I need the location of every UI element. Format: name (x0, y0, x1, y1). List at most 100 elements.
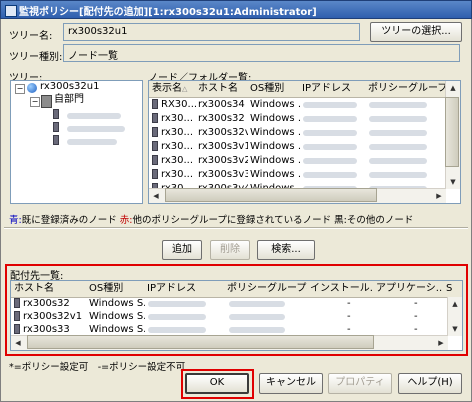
node-display: rx30... (161, 169, 194, 180)
remove-button[interactable]: 削除 (210, 240, 250, 260)
select-tree-button[interactable]: ツリーの選択... (370, 22, 462, 42)
server-icon (152, 127, 158, 137)
tree-name-label: ツリー名: (9, 31, 53, 42)
redacted-ip (303, 158, 357, 164)
scroll-down-icon[interactable]: ▼ (446, 175, 460, 189)
node-list-hscroll[interactable]: ◀ ▶ (149, 188, 446, 203)
node-list-panel[interactable]: 表示名△ ホスト名 OS種別 IPアドレス ポリシーグループ名 RX30... r… (148, 80, 461, 204)
node-row[interactable]: rx30...rx300s3v1Windows ... (149, 140, 446, 154)
col-ip-address[interactable]: IPアドレス (299, 81, 369, 98)
redacted-policy (369, 172, 427, 178)
scroll-left-icon[interactable]: ◀ (149, 189, 163, 203)
node-display: rx30... (161, 155, 194, 166)
col-target-app[interactable]: アプリケーシ... (373, 281, 447, 298)
server-icon (53, 135, 59, 145)
node-row[interactable]: RX30...rx300s34Windows ... (149, 98, 446, 112)
search-button[interactable]: 検索... (257, 240, 315, 260)
scroll-up-icon[interactable]: ▲ (446, 81, 460, 95)
scroll-thumb[interactable] (445, 97, 459, 167)
redacted-policy (369, 116, 427, 122)
add-button[interactable]: 追加 (162, 240, 202, 260)
node-list-vscroll[interactable]: ▲ ▼ (445, 81, 460, 189)
redacted-policy (229, 327, 285, 333)
col-target-install[interactable]: インストール... (307, 281, 377, 298)
target-host: rx300s32 (23, 298, 70, 309)
redacted-ip (303, 102, 357, 108)
redacted-policy (369, 144, 427, 150)
help-button[interactable]: ヘルプ(H) (398, 373, 462, 394)
scroll-down-icon[interactable]: ▼ (448, 322, 462, 336)
col-target-policy[interactable]: ポリシーグループ名 (224, 281, 311, 298)
server-icon (152, 155, 158, 165)
redacted-policy (369, 102, 427, 108)
col-policy-group[interactable]: ポリシーグループ名 (365, 81, 452, 98)
tree-panel[interactable]: − rx300s32u1 − 自部門 (10, 80, 143, 204)
cancel-button[interactable]: キャンセル (259, 373, 323, 394)
col-os-type[interactable]: OS種別 (247, 81, 303, 98)
node-display: rx30... (161, 127, 194, 138)
redacted-ip (148, 301, 206, 307)
scroll-thumb[interactable] (27, 335, 374, 349)
col-target-s[interactable]: S (443, 281, 462, 298)
server-icon (53, 109, 59, 119)
server-icon (14, 324, 20, 334)
node-display: rx30... (161, 141, 194, 152)
redacted-ip (148, 327, 206, 333)
server-icon (14, 311, 20, 321)
col-target-ip[interactable]: IPアドレス (144, 281, 228, 298)
redacted-policy (369, 130, 427, 136)
node-display: RX30... (161, 99, 196, 110)
redacted-policy (229, 301, 285, 307)
redacted-policy (369, 158, 427, 164)
properties-button[interactable]: プロパティ (328, 373, 392, 394)
target-host: rx300s33 (23, 324, 70, 335)
tree-leaf-3[interactable] (53, 135, 62, 146)
node-row[interactable]: rx30...rx300s32v1Windows ... (149, 126, 446, 140)
redacted-ip (303, 130, 357, 136)
tree-type-label: ツリー種別: (9, 52, 63, 63)
redacted-host (67, 139, 117, 145)
scroll-right-icon[interactable]: ▶ (434, 336, 448, 350)
target-host: rx300s32v1 (23, 311, 83, 322)
app-icon (5, 5, 17, 17)
redacted-ip (303, 144, 357, 150)
node-row[interactable]: rx30...rx300s3v2Windows ... (149, 154, 446, 168)
tree-child-node[interactable]: 自部門 (54, 92, 84, 108)
node-display: rx30... (161, 113, 194, 124)
server-icon (53, 122, 59, 132)
tree-type-field: ノード一覧 (63, 44, 460, 62)
footnote: *=ポリシー設定可 -=ポリシー設定不可 (9, 362, 186, 373)
scroll-left-icon[interactable]: ◀ (11, 336, 25, 350)
target-list-vscroll[interactable]: ▲ ▼ (447, 297, 462, 336)
globe-icon (27, 83, 37, 93)
tree-collapse-child-icon[interactable]: − (30, 97, 40, 107)
scroll-up-icon[interactable]: ▲ (448, 297, 462, 311)
server-icon (152, 113, 158, 123)
scroll-thumb[interactable] (165, 188, 377, 202)
title-bar: 監視ポリシー[配付先の追加][1:rx300s32u1:Administrato… (0, 0, 472, 19)
node-row[interactable]: rx30...rx300s3v3Windows ... (149, 168, 446, 182)
server-icon (152, 169, 158, 179)
scroll-right-icon[interactable]: ▶ (432, 189, 446, 203)
col-display-name[interactable]: 表示名△ (149, 81, 199, 98)
tree-leaf-1[interactable] (53, 109, 62, 120)
server-icon (152, 141, 158, 151)
redacted-ip (303, 172, 357, 178)
redacted-ip (148, 314, 206, 320)
redacted-host (67, 113, 121, 119)
redacted-host (67, 126, 125, 132)
separator (4, 227, 468, 229)
window-title: 監視ポリシー[配付先の追加][1:rx300s32u1:Administrato… (19, 7, 317, 18)
target-list-panel[interactable]: ホスト名 OS種別 IPアドレス ポリシーグループ名 インストール... アプリ… (10, 280, 463, 351)
tree-collapse-root-icon[interactable]: − (15, 84, 25, 94)
redacted-policy (229, 314, 285, 320)
building-icon (41, 95, 52, 108)
tree-leaf-2[interactable] (53, 122, 62, 133)
tree-name-field: rx300s32u1 (63, 23, 360, 41)
target-list-hscroll[interactable]: ◀ ▶ (11, 335, 448, 350)
node-row[interactable]: rx30...rx300s32Windows ... (149, 112, 446, 126)
legend: 青:既に登録済みのノード 赤:他のポリシーグループに登録されているノード 黒:そ… (9, 215, 414, 226)
col-host-name[interactable]: ホスト名 (195, 81, 251, 98)
ok-button[interactable]: OK (185, 373, 249, 394)
server-icon (152, 99, 158, 109)
